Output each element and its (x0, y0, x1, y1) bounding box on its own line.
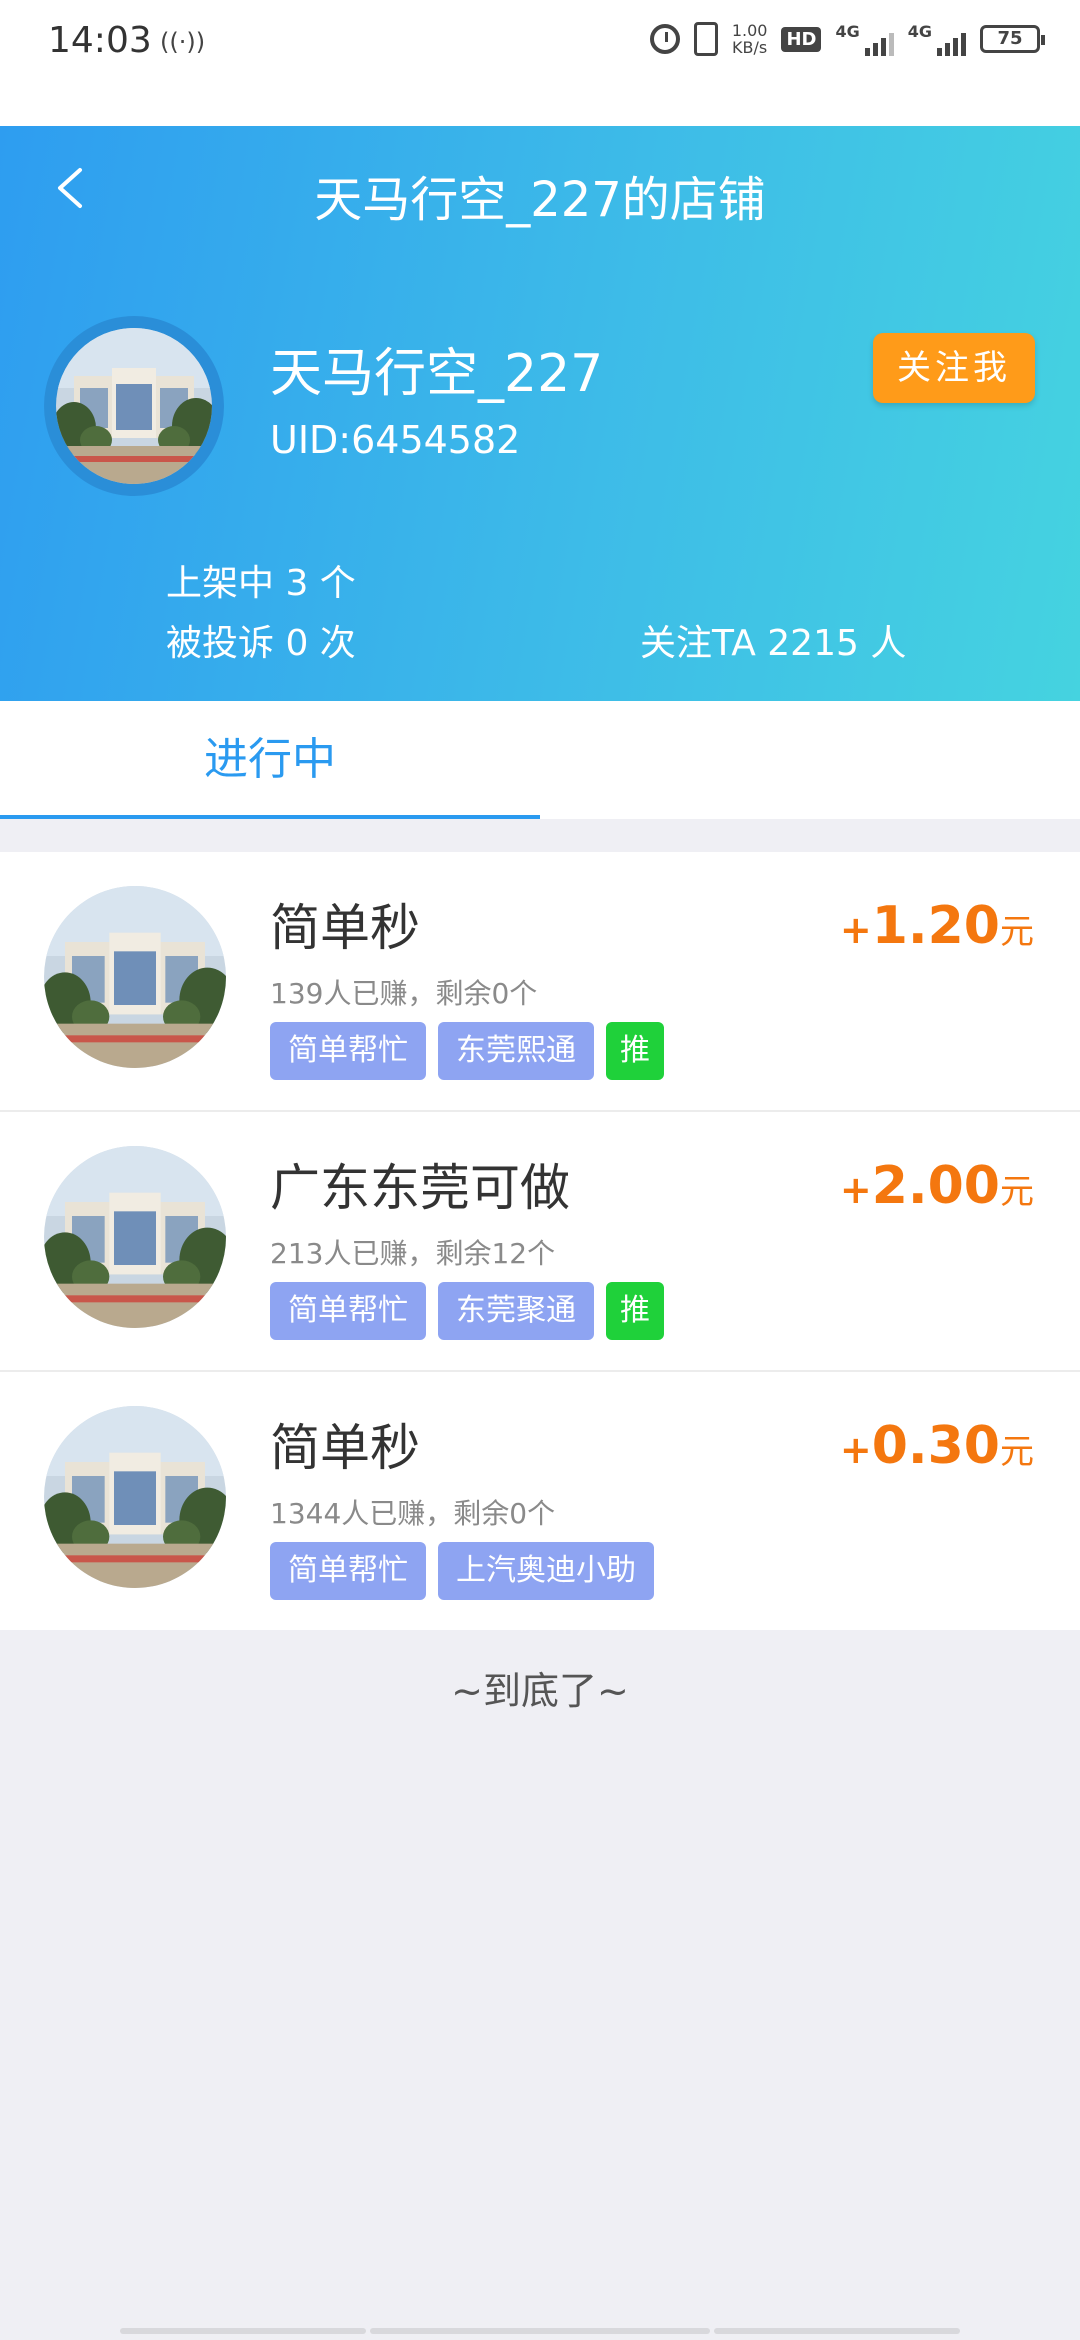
item-title: 简单秒 (270, 1419, 420, 1477)
network-type-1: 4G (835, 22, 860, 41)
task-list: 简单秒 139人已赚，剩余0个 简单帮忙 东莞熙通 推 +1.20元 广东东莞可… (0, 852, 1080, 1630)
item-tag: 简单帮忙 (270, 1282, 426, 1340)
building-photo-icon (44, 1406, 226, 1588)
signal-icon-2: 4G (908, 22, 966, 56)
battery-icon: 75 (980, 25, 1045, 53)
reward-unit: 元 (1000, 912, 1034, 952)
page-title: 天马行空_227的店铺 (314, 172, 766, 228)
reward-amount: 0.30 (871, 1416, 1000, 1476)
tab-underline (0, 815, 540, 819)
item-tag: 简单帮忙 (270, 1022, 426, 1080)
alarm-icon (649, 24, 680, 54)
list-item[interactable]: 简单秒 139人已赚，剩余0个 简单帮忙 东莞熙通 推 +1.20元 (0, 852, 1080, 1112)
reward-sign: + (839, 908, 872, 952)
item-title: 简单秒 (270, 899, 420, 957)
nav-hint-center (370, 2328, 710, 2334)
item-stats: 1344人已赚，剩余0个 (270, 1497, 556, 1530)
network-type-2: 4G (907, 22, 932, 41)
item-stats: 139人已赚，剩余0个 (270, 977, 538, 1010)
status-bar: 14:03 ((·)) 1.00 KB/s HD 4G 4G 75 (0, 0, 1080, 126)
nav-hint-left (120, 2328, 366, 2334)
network-speed-unit: KB/s (732, 38, 768, 57)
shop-uid: UID:6454582 (270, 418, 521, 462)
hd-icon: HD (781, 26, 822, 52)
reward-unit: 元 (1000, 1432, 1034, 1472)
building-photo-icon (44, 886, 226, 1068)
item-tags: 简单帮忙 东莞熙通 推 (270, 1022, 664, 1080)
complaint-count: 被投诉 0 次 (166, 623, 356, 664)
item-tag: 上汽奥迪小助 (438, 1542, 654, 1600)
item-reward: +1.20元 (840, 896, 1034, 956)
shop-avatar (44, 316, 224, 496)
status-time: 14:03 (48, 20, 152, 61)
shop-name: 天马行空_227 (270, 344, 604, 404)
item-tags: 简单帮忙 上汽奥迪小助 (270, 1542, 654, 1600)
nav-hint-right (714, 2328, 960, 2334)
item-stats: 213人已赚，剩余12个 (270, 1237, 556, 1270)
item-reward: +0.30元 (840, 1416, 1034, 1476)
item-thumbnail (44, 1406, 226, 1588)
shop-header: 天马行空_227的店铺 天马行空_227 UID:6454582 关注我 上架中… (0, 126, 1080, 701)
network-speed: 1.00 KB/s (732, 22, 768, 56)
item-reward: +2.00元 (840, 1156, 1034, 1216)
list-end-indicator: ~到底了~ (451, 1669, 629, 1713)
item-tag: 东莞聚通 (438, 1282, 594, 1340)
reward-amount: 1.20 (871, 896, 1000, 956)
reward-unit: 元 (1000, 1172, 1034, 1212)
promo-tag: 推 (606, 1282, 664, 1340)
follow-button[interactable]: 关注我 (873, 333, 1035, 403)
reward-sign: + (839, 1168, 872, 1212)
list-item[interactable]: 简单秒 1344人已赚，剩余0个 简单帮忙 上汽奥迪小助 +0.30元 (0, 1372, 1080, 1630)
vibrate-icon (693, 22, 718, 56)
reward-amount: 2.00 (871, 1156, 1000, 1216)
tab-bar: 进行中 (0, 701, 1080, 819)
item-thumbnail (44, 886, 226, 1068)
item-thumbnail (44, 1146, 226, 1328)
reward-sign: + (839, 1428, 872, 1472)
item-tags: 简单帮忙 东莞聚通 推 (270, 1282, 664, 1340)
promo-tag: 推 (606, 1022, 664, 1080)
item-title: 广东东莞可做 (270, 1159, 570, 1217)
item-tag: 简单帮忙 (270, 1542, 426, 1600)
building-photo-icon (56, 328, 212, 484)
tab-in-progress[interactable]: 进行中 (0, 701, 540, 819)
listed-count: 上架中 3 个 (166, 563, 356, 604)
status-icons: 1.00 KB/s HD 4G 4G 75 (649, 22, 1045, 56)
building-photo-icon (44, 1146, 226, 1328)
follower-count: 关注TA 2215 人 (640, 623, 907, 664)
hotspot-icon: ((·)) (160, 28, 206, 56)
signal-icon-1: 4G (835, 22, 894, 56)
list-item[interactable]: 广东东莞可做 213人已赚，剩余12个 简单帮忙 东莞聚通 推 +2.00元 (0, 1112, 1080, 1372)
item-tag: 东莞熙通 (438, 1022, 594, 1080)
